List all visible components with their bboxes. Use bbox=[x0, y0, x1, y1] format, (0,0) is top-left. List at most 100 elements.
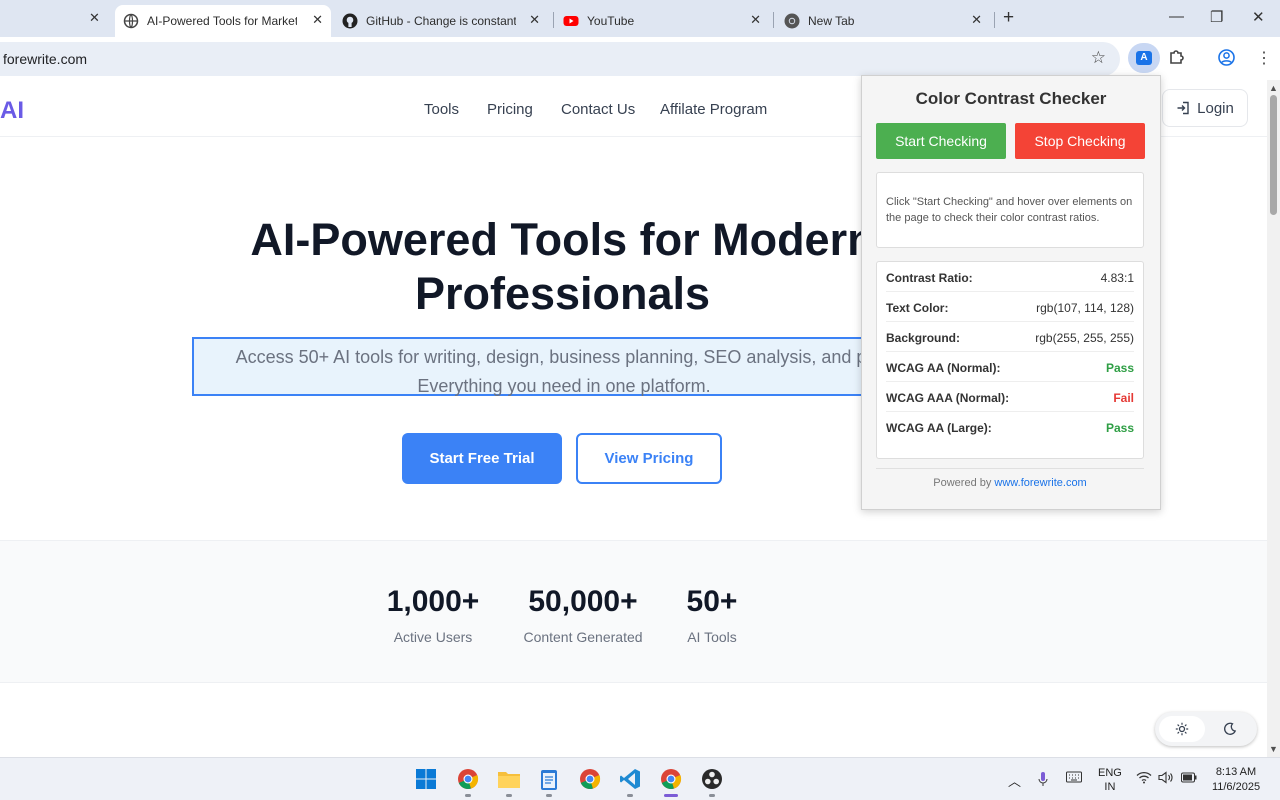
footer-prefix: Powered by bbox=[933, 477, 992, 489]
new-tab-plus-icon[interactable]: + bbox=[1003, 7, 1014, 29]
page-scrollbar[interactable]: ▲ ▼ bbox=[1267, 80, 1280, 757]
result-key: Text Color: bbox=[886, 301, 949, 315]
result-row-wcag-aa-normal: WCAG AA (Normal): Pass bbox=[886, 352, 1134, 382]
chrome-icon[interactable] bbox=[577, 766, 603, 792]
moon-icon[interactable] bbox=[1207, 716, 1253, 742]
bookmark-star-icon[interactable]: ☆ bbox=[1091, 48, 1106, 68]
restore-icon[interactable]: ❐ bbox=[1210, 8, 1223, 26]
hero-subtitle-highlight: Access 50+ AI tools for writing, design,… bbox=[192, 337, 932, 396]
scroll-up-arrow-icon[interactable]: ▲ bbox=[1269, 83, 1278, 93]
start-free-trial-button[interactable]: Start Free Trial bbox=[402, 433, 562, 484]
popup-title: Color Contrast Checker bbox=[915, 89, 1107, 108]
profile-icon[interactable] bbox=[1218, 49, 1235, 71]
result-key: WCAG AA (Large): bbox=[886, 421, 992, 435]
theme-toggle[interactable] bbox=[1155, 712, 1257, 746]
tab-new-tab[interactable]: New Tab ✕ bbox=[778, 5, 990, 37]
view-pricing-button[interactable]: View Pricing bbox=[576, 433, 722, 484]
close-icon[interactable]: ✕ bbox=[971, 12, 982, 28]
close-icon[interactable]: ✕ bbox=[312, 12, 323, 28]
chrome-profile-icon[interactable] bbox=[455, 766, 481, 792]
color-contrast-checker-popup: Color Contrast Checker Start Checking St… bbox=[861, 75, 1161, 510]
result-value: rgb(255, 255, 255) bbox=[1035, 331, 1134, 345]
stat-label: AI Tools bbox=[687, 629, 737, 645]
result-status-pass: Pass bbox=[1105, 421, 1134, 435]
chrome-icon bbox=[784, 13, 800, 29]
running-indicator bbox=[546, 794, 552, 797]
nav-tools[interactable]: Tools bbox=[424, 101, 459, 118]
tab-ai-tools[interactable]: AI-Powered Tools for Marketers ✕ bbox=[115, 5, 331, 37]
running-indicator bbox=[627, 794, 633, 797]
speaker-icon[interactable] bbox=[1158, 771, 1174, 787]
result-value: 4.83:1 bbox=[1100, 271, 1134, 285]
running-indicator bbox=[506, 794, 512, 797]
file-explorer-icon[interactable] bbox=[496, 766, 522, 792]
scroll-down-arrow-icon[interactable]: ▼ bbox=[1269, 744, 1278, 754]
stat-value: 50,000+ bbox=[528, 585, 638, 618]
keyboard-icon[interactable] bbox=[1066, 771, 1082, 786]
close-icon[interactable]: ✕ bbox=[529, 12, 540, 28]
result-value: rgb(107, 114, 128) bbox=[1036, 301, 1134, 315]
start-checking-button[interactable]: Start Checking bbox=[876, 123, 1006, 159]
stat-label: Active Users bbox=[393, 629, 473, 645]
result-status-pass: Pass bbox=[1105, 361, 1134, 375]
result-key: Background: bbox=[886, 331, 961, 345]
contrast-extension-icon: A bbox=[1136, 51, 1152, 65]
github-icon bbox=[342, 13, 358, 29]
hero-subtitle-line-1: Access 50+ AI tools for writing, design,… bbox=[235, 347, 893, 367]
stat-content-generated: 50,000+ Content Generated bbox=[522, 585, 644, 645]
running-indicator bbox=[465, 794, 471, 797]
nav-affiliate-program[interactable]: Affilate Program bbox=[660, 101, 767, 118]
extensions-puzzle-icon[interactable] bbox=[1168, 48, 1186, 71]
nav-contact-us[interactable]: Contact Us bbox=[561, 101, 635, 118]
language-code: ENG bbox=[1098, 767, 1122, 779]
stat-ai-tools: 50+ AI Tools bbox=[672, 585, 752, 645]
login-label: Login bbox=[1197, 99, 1234, 117]
more-vertical-icon[interactable]: ⋮ bbox=[1256, 48, 1272, 68]
nav-pricing[interactable]: Pricing bbox=[487, 101, 533, 118]
wifi-icon[interactable] bbox=[1136, 771, 1152, 787]
region-code: IN bbox=[1104, 781, 1116, 793]
tab-title: GitHub - Change is constant. Git bbox=[366, 14, 516, 28]
address-bar[interactable]: forewrite.com ☆ bbox=[0, 42, 1120, 76]
result-row-background: Background: rgb(255, 255, 255) bbox=[886, 322, 1134, 352]
stop-checking-button[interactable]: Stop Checking bbox=[1015, 123, 1145, 159]
tab-title: New Tab bbox=[808, 14, 855, 28]
hero-subtitle-line-2: Everything you need in one platform. bbox=[417, 376, 711, 396]
obs-icon[interactable] bbox=[699, 766, 725, 792]
window-close-icon[interactable]: ✕ bbox=[1252, 8, 1265, 26]
battery-icon[interactable] bbox=[1181, 771, 1197, 786]
windows-start-icon[interactable] bbox=[413, 766, 439, 792]
close-icon[interactable]: ✕ bbox=[750, 12, 761, 28]
contrast-results: Contrast Ratio: 4.83:1 Text Color: rgb(1… bbox=[876, 261, 1144, 459]
active-indicator bbox=[664, 794, 678, 797]
site-logo[interactable]: AI bbox=[0, 97, 24, 125]
input-language[interactable]: ENG IN bbox=[1098, 766, 1122, 794]
tab-github[interactable]: GitHub - Change is constant. Git ✕ bbox=[336, 5, 548, 37]
browser-toolbar: forewrite.com ☆ ⋮ bbox=[0, 37, 1280, 79]
result-row-contrast-ratio: Contrast Ratio: 4.83:1 bbox=[886, 262, 1134, 292]
globe-icon bbox=[123, 13, 139, 29]
login-icon bbox=[1176, 101, 1190, 115]
notepad-icon[interactable] bbox=[536, 766, 562, 792]
scroll-thumb[interactable] bbox=[1270, 95, 1277, 215]
stat-value: 1,000+ bbox=[386, 585, 480, 618]
microphone-icon[interactable] bbox=[1038, 771, 1048, 790]
minimize-icon[interactable]: — bbox=[1169, 8, 1184, 25]
tab-title: YouTube bbox=[587, 14, 635, 28]
vscode-icon[interactable] bbox=[617, 766, 643, 792]
result-row-text-color: Text Color: rgb(107, 114, 128) bbox=[886, 292, 1134, 322]
close-icon[interactable]: ✕ bbox=[89, 10, 100, 26]
tab-strip: ✕ AI-Powered Tools for Marketers ✕ GitHu… bbox=[0, 0, 1280, 37]
system-clock[interactable]: 8:13 AM 11/6/2025 bbox=[1206, 765, 1266, 795]
result-key: WCAG AAA (Normal): bbox=[886, 391, 1010, 405]
clock-time: 8:13 AM bbox=[1215, 766, 1257, 778]
sun-icon[interactable] bbox=[1159, 716, 1205, 742]
forewrite-link[interactable]: www.forewrite.com bbox=[994, 477, 1086, 489]
chevron-up-icon[interactable]: ︿ bbox=[1008, 771, 1021, 790]
tab-youtube[interactable]: YouTube ✕ bbox=[557, 5, 769, 37]
hero-subtitle: Access 50+ AI tools for writing, design,… bbox=[194, 343, 934, 401]
login-button[interactable]: Login bbox=[1162, 89, 1248, 127]
chrome-active-icon[interactable] bbox=[658, 766, 684, 792]
popup-instructions: Click "Start Checking" and hover over el… bbox=[876, 172, 1144, 248]
stats-section: 1,000+ Active Users 50,000+ Content Gene… bbox=[0, 540, 1267, 683]
